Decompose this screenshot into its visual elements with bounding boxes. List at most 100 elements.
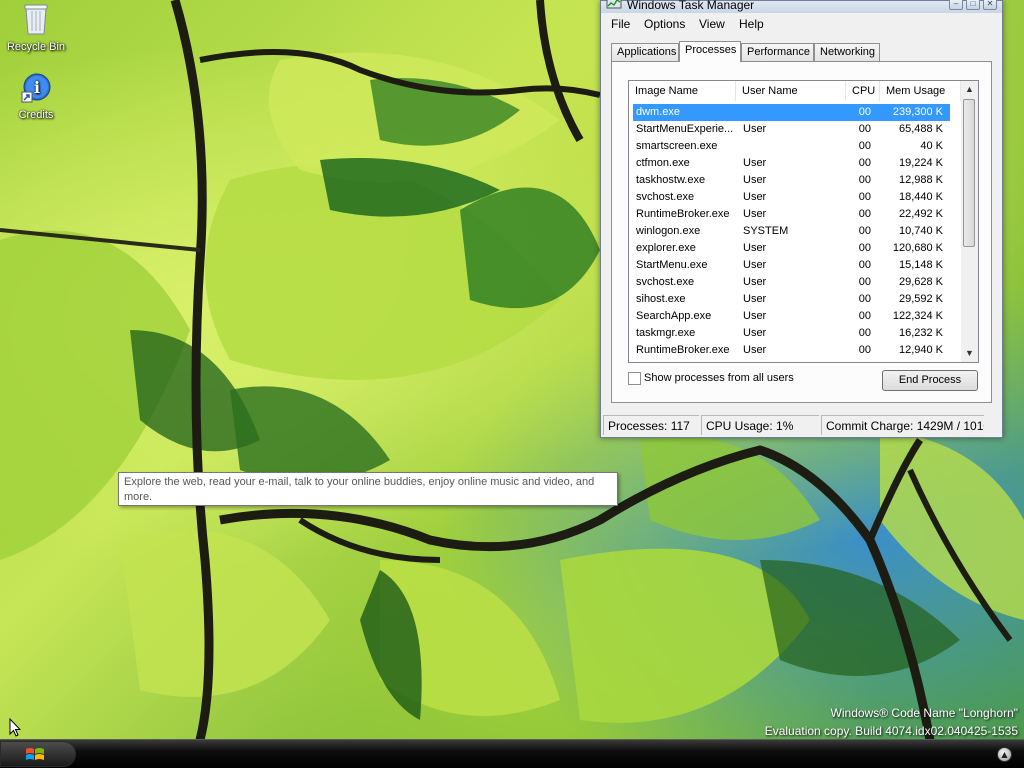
process-mem-usage: 12,988 K xyxy=(898,174,943,186)
process-name: dwm.exe xyxy=(636,106,681,118)
status-bar: Processes: 117 CPU Usage: 1% Commit Char… xyxy=(601,413,1002,437)
windows-logo-icon xyxy=(25,746,45,767)
process-name: SearchApp.exe xyxy=(636,310,712,322)
process-user: User xyxy=(743,259,767,271)
process-mem-usage: 29,628 K xyxy=(898,276,943,288)
title-bar[interactable]: Windows Task Manager – □ ✕ xyxy=(601,0,1002,13)
table-row[interactable]: dwm.exe 00 239,300 K xyxy=(633,104,950,121)
close-button[interactable]: ✕ xyxy=(983,0,997,10)
table-row[interactable]: SearchApp.exe User 00 122,324 K xyxy=(633,308,950,325)
watermark-line-1: Windows® Code Name "Longhorn" xyxy=(830,706,1018,720)
process-name: RuntimeBroker.exe xyxy=(636,344,730,356)
process-cpu: 00 xyxy=(858,276,871,288)
process-user: User xyxy=(743,327,767,339)
process-user: User xyxy=(743,191,767,203)
table-row[interactable]: svchost.exe User 00 29,628 K xyxy=(633,274,950,291)
process-cpu: 00 xyxy=(858,157,871,169)
start-button[interactable] xyxy=(0,741,76,767)
list-header: Image Name User Name CPU Mem Usage xyxy=(629,81,961,101)
scroll-down-arrow-icon[interactable]: ▼ xyxy=(961,345,978,362)
process-cpu: 00 xyxy=(858,174,871,186)
process-mem-usage: 16,232 K xyxy=(898,327,943,339)
process-user: User xyxy=(743,174,767,186)
recycle-bin-label: Recycle Bin xyxy=(6,41,66,53)
show-all-users-checkbox[interactable] xyxy=(628,372,641,385)
process-user: User xyxy=(743,157,767,169)
scroll-thumb[interactable] xyxy=(963,99,975,247)
eject-icon[interactable]: ▲ xyxy=(997,747,1012,762)
table-row[interactable]: StartMenuExperie... User 00 65,488 K xyxy=(633,121,950,138)
process-user: User xyxy=(743,293,767,305)
process-name: taskhostw.exe xyxy=(636,174,706,186)
tab-networking[interactable]: Networking xyxy=(814,43,880,61)
process-user: SYSTEM xyxy=(743,225,789,237)
process-mem-usage: 15,148 K xyxy=(898,259,943,271)
tab-processes[interactable]: Processes xyxy=(679,41,741,62)
process-cpu: 00 xyxy=(858,242,871,254)
process-mem-usage: 120,680 K xyxy=(892,242,943,254)
table-row[interactable]: ctfmon.exe User 00 19,224 K xyxy=(633,155,950,172)
process-name: ctfmon.exe xyxy=(636,157,690,169)
minimize-button[interactable]: – xyxy=(949,0,963,10)
maximize-button[interactable]: □ xyxy=(966,0,980,10)
process-mem-usage: 19,224 K xyxy=(898,157,943,169)
table-row[interactable]: explorer.exe User 00 120,680 K xyxy=(633,240,950,257)
menu-file[interactable]: File xyxy=(611,17,630,31)
task-manager-window: Windows Task Manager – □ ✕ File Options … xyxy=(600,0,1003,438)
task-manager-icon xyxy=(606,0,622,11)
process-mem-usage: 12,940 K xyxy=(898,344,943,356)
process-name: explorer.exe xyxy=(636,242,696,254)
process-list[interactable]: Image Name User Name CPU Mem Usage dwm.e… xyxy=(628,80,979,363)
end-process-button[interactable]: End Process xyxy=(882,370,978,391)
process-mem-usage: 40 K xyxy=(920,140,943,152)
scroll-up-arrow-icon[interactable]: ▲ xyxy=(961,81,978,98)
process-cpu: 00 xyxy=(858,327,871,339)
table-row[interactable]: sihost.exe User 00 29,592 K xyxy=(633,291,950,308)
credits-desktop-icon[interactable]: i Credits xyxy=(0,72,72,121)
table-row[interactable]: taskhostw.exe User 00 12,988 K xyxy=(633,172,950,189)
watermark-line-2: Evaluation copy. Build 4074.idx02.040425… xyxy=(764,724,1018,738)
recycle-bin-icon xyxy=(0,2,72,39)
table-row[interactable]: RuntimeBroker.exe User 00 22,492 K xyxy=(633,206,950,223)
column-mem-usage[interactable]: Mem Usage xyxy=(880,81,961,101)
recycle-bin-desktop-icon[interactable]: Recycle Bin xyxy=(0,2,72,53)
process-mem-usage: 22,492 K xyxy=(898,208,943,220)
info-icon: i xyxy=(0,72,72,107)
menu-help[interactable]: Help xyxy=(739,17,764,31)
process-name: svchost.exe xyxy=(636,276,695,288)
processes-panel: Image Name User Name CPU Mem Usage dwm.e… xyxy=(611,61,992,403)
process-user: User xyxy=(743,242,767,254)
table-row[interactable]: taskmgr.exe User 00 16,232 K xyxy=(633,325,950,342)
column-cpu[interactable]: CPU xyxy=(846,81,880,101)
process-cpu: 00 xyxy=(858,208,871,220)
tab-performance[interactable]: Performance xyxy=(741,43,814,61)
process-name: sihost.exe xyxy=(636,293,686,305)
process-user: User xyxy=(743,208,767,220)
process-name: smartscreen.exe xyxy=(636,140,718,152)
menu-options[interactable]: Options xyxy=(644,17,685,31)
menu-view[interactable]: View xyxy=(699,17,725,31)
process-cpu: 00 xyxy=(858,310,871,322)
process-mem-usage: 239,300 K xyxy=(892,106,943,118)
table-row[interactable]: StartMenu.exe User 00 15,148 K xyxy=(633,257,950,274)
process-cpu: 00 xyxy=(858,225,871,237)
process-mem-usage: 18,440 K xyxy=(898,191,943,203)
status-processes: Processes: 117 xyxy=(603,415,699,435)
process-name: StartMenu.exe xyxy=(636,259,708,271)
mouse-cursor-icon xyxy=(9,717,22,741)
table-row[interactable]: winlogon.exe SYSTEM 00 10,740 K xyxy=(633,223,950,240)
column-image-name[interactable]: Image Name xyxy=(629,81,736,101)
process-name: svchost.exe xyxy=(636,191,695,203)
table-row[interactable]: smartscreen.exe 00 40 K xyxy=(633,138,950,155)
process-name: winlogon.exe xyxy=(636,225,701,237)
vertical-scrollbar[interactable]: ▲ ▼ xyxy=(961,81,978,362)
tab-applications[interactable]: Applications xyxy=(611,43,679,61)
table-row[interactable]: RuntimeBroker.exe User 00 12,940 K xyxy=(633,342,950,359)
process-cpu: 00 xyxy=(858,106,871,118)
table-row[interactable]: svchost.exe User 00 18,440 K xyxy=(633,189,950,206)
process-name: RuntimeBroker.exe xyxy=(636,208,730,220)
build-watermark: Windows® Code Name "Longhorn" Evaluation… xyxy=(765,704,1018,740)
taskbar: ▲ xyxy=(0,739,1024,768)
status-commit-charge: Commit Charge: 1429M / 1010 xyxy=(821,415,984,435)
column-user-name[interactable]: User Name xyxy=(736,81,846,101)
